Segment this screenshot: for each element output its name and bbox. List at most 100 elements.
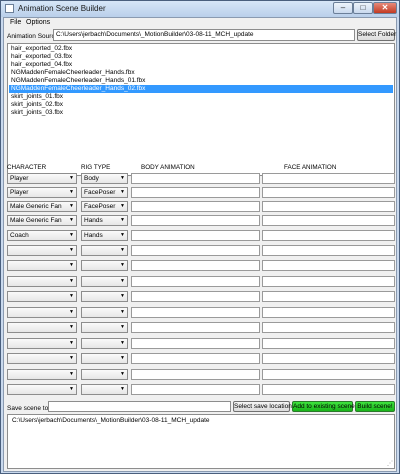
- rig-type-dropdown[interactable]: Hands ▼: [81, 230, 128, 241]
- file-list-item[interactable]: skirt_joints_03.fbx: [9, 109, 393, 117]
- rig-type-dropdown-value: Body: [84, 175, 99, 182]
- animation-file-list[interactable]: hair_exported_02.fbx hair_exported_03.fbx…: [7, 43, 395, 176]
- rig-type-dropdown[interactable]: ▼: [81, 260, 128, 271]
- rig-type-dropdown[interactable]: FacePoser ▼: [81, 201, 128, 212]
- face-animation-field[interactable]: [262, 338, 395, 349]
- rig-type-dropdown[interactable]: FacePoser ▼: [81, 187, 128, 198]
- character-dropdown[interactable]: ▼: [7, 384, 77, 395]
- character-dropdown[interactable]: Player ▼: [7, 173, 77, 184]
- character-dropdown-value: Coach: [10, 232, 29, 239]
- maximize-button[interactable]: □: [353, 2, 373, 14]
- chevron-down-icon: ▼: [120, 175, 125, 181]
- face-animation-field[interactable]: [262, 322, 395, 333]
- file-list-item[interactable]: NGMaddenFemaleCheerleader_Hands_02.fbx: [9, 85, 393, 93]
- chevron-down-icon: ▼: [69, 371, 74, 377]
- rig-type-dropdown[interactable]: ▼: [81, 307, 128, 318]
- close-button[interactable]: ✕: [373, 2, 397, 14]
- chevron-down-icon: ▼: [120, 371, 125, 377]
- rig-type-dropdown[interactable]: ▼: [81, 369, 128, 380]
- save-scene-field[interactable]: [48, 401, 231, 412]
- rig-type-dropdown[interactable]: ▼: [81, 276, 128, 287]
- body-animation-field[interactable]: [131, 307, 260, 318]
- body-animation-field[interactable]: [131, 353, 260, 364]
- minimize-button[interactable]: –: [333, 2, 353, 14]
- body-animation-field[interactable]: [131, 201, 260, 212]
- face-animation-field[interactable]: [262, 276, 395, 287]
- select-folder-button[interactable]: Select Folder: [357, 29, 396, 41]
- face-animation-field[interactable]: [262, 173, 395, 184]
- file-list-item[interactable]: NGMaddenFemaleCheerleader_Hands_01.fbx: [9, 77, 393, 85]
- character-dropdown-value: Male Generic Fan: [10, 217, 62, 224]
- chevron-down-icon: ▼: [120, 262, 125, 268]
- menu-file[interactable]: File: [10, 19, 21, 26]
- body-animation-field[interactable]: [131, 260, 260, 271]
- character-dropdown[interactable]: ▼: [7, 245, 77, 256]
- menu-bar: File Options: [4, 18, 396, 29]
- file-list-item[interactable]: skirt_joints_01.fbx: [9, 93, 393, 101]
- character-dropdown[interactable]: Player ▼: [7, 187, 77, 198]
- chevron-down-icon: ▼: [120, 309, 125, 315]
- header-body-animation: BODY ANIMATION: [141, 164, 195, 171]
- character-dropdown[interactable]: ▼: [7, 322, 77, 333]
- body-animation-field[interactable]: [131, 173, 260, 184]
- chevron-down-icon: ▼: [120, 355, 125, 361]
- face-animation-field[interactable]: [262, 369, 395, 380]
- face-animation-field[interactable]: [262, 353, 395, 364]
- body-animation-field[interactable]: [131, 245, 260, 256]
- character-dropdown[interactable]: Male Generic Fan ▼: [7, 201, 77, 212]
- body-animation-field[interactable]: [131, 384, 260, 395]
- body-animation-field[interactable]: [131, 291, 260, 302]
- file-list-item[interactable]: hair_exported_02.fbx: [9, 45, 393, 53]
- character-dropdown[interactable]: ▼: [7, 276, 77, 287]
- rig-type-dropdown-value: Hands: [84, 232, 103, 239]
- rig-type-dropdown[interactable]: ▼: [81, 291, 128, 302]
- rig-type-dropdown[interactable]: ▼: [81, 245, 128, 256]
- file-list-item[interactable]: NGMaddenFemaleCheerleader_Hands.fbx: [9, 69, 393, 77]
- character-dropdown[interactable]: Coach ▼: [7, 230, 77, 241]
- body-animation-field[interactable]: [131, 369, 260, 380]
- face-animation-field[interactable]: [262, 384, 395, 395]
- character-dropdown[interactable]: ▼: [7, 291, 77, 302]
- face-animation-field[interactable]: [262, 187, 395, 198]
- character-dropdown[interactable]: ▼: [7, 307, 77, 318]
- character-dropdown-value: Player: [10, 189, 29, 196]
- body-animation-field[interactable]: [131, 322, 260, 333]
- body-animation-field[interactable]: [131, 187, 260, 198]
- face-animation-field[interactable]: [262, 291, 395, 302]
- rig-type-dropdown[interactable]: ▼: [81, 338, 128, 349]
- face-animation-field[interactable]: [262, 201, 395, 212]
- rig-type-dropdown[interactable]: Hands ▼: [81, 215, 128, 226]
- character-dropdown[interactable]: ▼: [7, 353, 77, 364]
- face-animation-field[interactable]: [262, 245, 395, 256]
- rig-type-dropdown[interactable]: ▼: [81, 384, 128, 395]
- body-animation-field[interactable]: [131, 230, 260, 241]
- select-save-location-button[interactable]: Select save location: [233, 401, 292, 412]
- rig-type-dropdown[interactable]: Body ▼: [81, 173, 128, 184]
- rig-type-dropdown[interactable]: ▼: [81, 353, 128, 364]
- file-list-item[interactable]: hair_exported_03.fbx: [9, 53, 393, 61]
- rig-type-dropdown-value: FacePoser: [84, 189, 116, 196]
- chevron-down-icon: ▼: [120, 189, 125, 195]
- character-dropdown[interactable]: ▼: [7, 260, 77, 271]
- menu-options[interactable]: Options: [26, 19, 50, 26]
- character-dropdown[interactable]: ▼: [7, 338, 77, 349]
- character-dropdown[interactable]: ▼: [7, 369, 77, 380]
- file-list-item[interactable]: skirt_joints_02.fbx: [9, 101, 393, 109]
- face-animation-field[interactable]: [262, 307, 395, 318]
- chevron-down-icon: ▼: [69, 217, 74, 223]
- animation-source-field[interactable]: C:\Users\jerbach\Documents\_MotionBuilde…: [53, 29, 355, 41]
- body-animation-field[interactable]: [131, 215, 260, 226]
- rig-type-dropdown-value: FacePoser: [84, 203, 116, 210]
- build-scene-button[interactable]: Build scene!: [355, 401, 395, 412]
- file-list-item[interactable]: hair_exported_04.fbx: [9, 61, 393, 69]
- rig-type-dropdown[interactable]: ▼: [81, 322, 128, 333]
- output-log[interactable]: C:\Users\jerbach\Documents\_MotionBuilde…: [7, 414, 395, 469]
- face-animation-field[interactable]: [262, 230, 395, 241]
- body-animation-field[interactable]: [131, 338, 260, 349]
- add-to-existing-scene-button[interactable]: Add to existing scene: [292, 401, 355, 412]
- resize-grip-icon[interactable]: ⋰: [387, 460, 393, 467]
- face-animation-field[interactable]: [262, 215, 395, 226]
- body-animation-field[interactable]: [131, 276, 260, 287]
- face-animation-field[interactable]: [262, 260, 395, 271]
- character-dropdown[interactable]: Male Generic Fan ▼: [7, 215, 77, 226]
